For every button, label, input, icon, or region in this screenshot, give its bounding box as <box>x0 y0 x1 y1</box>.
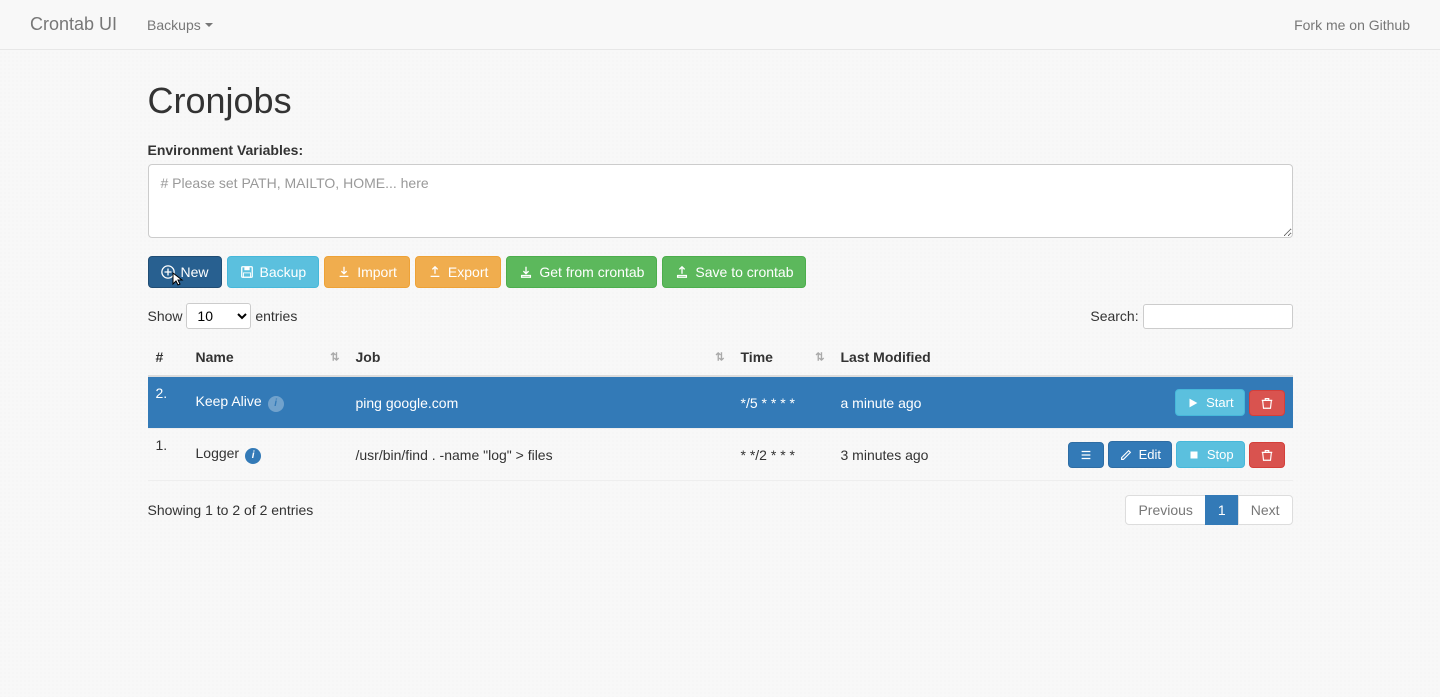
brand-link[interactable]: Crontab UI <box>15 0 132 50</box>
row-name: Keep Alivei <box>188 376 348 429</box>
col-actions <box>1053 339 1293 376</box>
floppy-icon <box>240 265 254 279</box>
show-label: Show <box>148 308 183 324</box>
upload-icon <box>675 265 689 279</box>
list-icon <box>1079 448 1093 462</box>
table-row[interactable]: 2.Keep Aliveiping google.com*/5 * * * *a… <box>148 376 1293 429</box>
row-last-modified: a minute ago <box>833 376 1053 429</box>
datatable-info: Showing 1 to 2 of 2 entries <box>148 502 314 518</box>
prev-button[interactable]: Previous <box>1125 495 1205 525</box>
edit-label: Edit <box>1139 447 1161 462</box>
backup-button[interactable]: Backup <box>227 256 320 288</box>
sort-icon: ⇅ <box>330 351 339 364</box>
stop-button[interactable]: Stop <box>1176 441 1245 468</box>
get-label: Get from crontab <box>539 264 644 280</box>
row-index: 2. <box>148 376 188 429</box>
cronjobs-table: # Name ⇅ Job ⇅ Time ⇅ Last Modified 2.Ke… <box>148 339 1293 481</box>
import-label: Import <box>357 264 397 280</box>
fork-link[interactable]: Fork me on Github <box>1279 2 1425 48</box>
log-button[interactable] <box>1068 442 1104 468</box>
delete-button[interactable] <box>1249 390 1285 416</box>
sort-icon: ⇅ <box>815 351 824 364</box>
table-row[interactable]: 1.Loggeri/usr/bin/find . -name "log" > f… <box>148 429 1293 481</box>
get-from-crontab-button[interactable]: Get from crontab <box>506 256 657 288</box>
stop-label: Stop <box>1207 447 1234 462</box>
filter-control: Search: <box>1090 304 1292 329</box>
row-actions: Edit Stop <box>1053 429 1293 481</box>
page-title: Cronjobs <box>148 80 1293 122</box>
main-container: Cronjobs Environment Variables: New Back… <box>148 50 1293 525</box>
backup-label: Backup <box>260 264 307 280</box>
download-icon <box>519 265 533 279</box>
navbar-left: Crontab UI Backups <box>15 0 228 50</box>
backups-dropdown[interactable]: Backups <box>132 2 228 48</box>
row-job: /usr/bin/find . -name "log" > files <box>348 429 733 481</box>
backups-label: Backups <box>147 17 201 33</box>
search-label: Search: <box>1090 308 1138 324</box>
chevron-down-icon <box>205 23 213 27</box>
stop-icon <box>1187 448 1201 462</box>
search-input[interactable] <box>1143 304 1293 329</box>
delete-button[interactable] <box>1249 442 1285 468</box>
col-job-label: Job <box>356 349 381 365</box>
length-select[interactable]: 10 <box>186 303 251 329</box>
save-to-crontab-button[interactable]: Save to crontab <box>662 256 806 288</box>
navbar-right: Fork me on Github <box>1279 17 1425 33</box>
new-label: New <box>181 264 209 280</box>
datatable-footer: Showing 1 to 2 of 2 entries Previous 1 N… <box>148 495 1293 525</box>
row-actions: Start <box>1053 376 1293 429</box>
info-icon[interactable]: i <box>245 448 261 464</box>
row-time: * */2 * * * <box>733 429 833 481</box>
next-button[interactable]: Next <box>1238 495 1293 525</box>
row-time: */5 * * * * <box>733 376 833 429</box>
start-label: Start <box>1206 395 1233 410</box>
datatable-controls: Show 10 entries Search: <box>148 303 1293 329</box>
new-button[interactable]: New <box>148 256 222 288</box>
row-job: ping google.com <box>348 376 733 429</box>
edit-icon <box>1119 448 1133 462</box>
edit-button[interactable]: Edit <box>1108 441 1172 468</box>
env-label: Environment Variables: <box>148 142 1293 158</box>
import-icon <box>337 265 351 279</box>
pagination: Previous 1 Next <box>1126 495 1292 525</box>
start-button[interactable]: Start <box>1175 389 1244 416</box>
trash-icon <box>1260 396 1274 410</box>
page-1-button[interactable]: 1 <box>1205 495 1239 525</box>
col-idx[interactable]: # <box>148 339 188 376</box>
env-textarea[interactable] <box>148 164 1293 238</box>
col-time-label: Time <box>741 349 773 365</box>
plus-circle-icon <box>161 265 175 279</box>
col-time[interactable]: Time ⇅ <box>733 339 833 376</box>
entries-label: entries <box>255 308 297 324</box>
col-last-modified[interactable]: Last Modified <box>833 339 1053 376</box>
save-label: Save to crontab <box>695 264 793 280</box>
table-header-row: # Name ⇅ Job ⇅ Time ⇅ Last Modified <box>148 339 1293 376</box>
col-name[interactable]: Name ⇅ <box>188 339 348 376</box>
import-button[interactable]: Import <box>324 256 410 288</box>
row-name: Loggeri <box>188 429 348 481</box>
row-last-modified: 3 minutes ago <box>833 429 1053 481</box>
toolbar: New Backup Import Export Get from cronta… <box>148 256 1293 288</box>
navbar: Crontab UI Backups Fork me on Github <box>0 0 1440 50</box>
trash-icon <box>1260 448 1274 462</box>
sort-icon: ⇅ <box>715 351 724 364</box>
col-job[interactable]: Job ⇅ <box>348 339 733 376</box>
export-button[interactable]: Export <box>415 256 501 288</box>
row-index: 1. <box>148 429 188 481</box>
export-icon <box>428 265 442 279</box>
export-label: Export <box>448 264 488 280</box>
info-icon[interactable]: i <box>268 396 284 412</box>
col-name-label: Name <box>196 349 234 365</box>
play-icon <box>1186 396 1200 410</box>
length-control: Show 10 entries <box>148 303 298 329</box>
